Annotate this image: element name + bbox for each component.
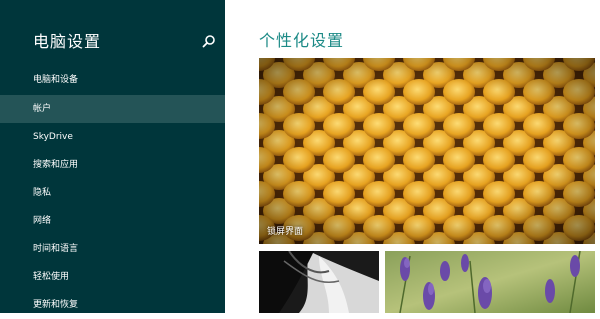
sidebar-item-ease-of-access[interactable]: 轻松使用 xyxy=(0,263,225,291)
sidebar-title: 电脑设置 xyxy=(33,32,102,51)
page-title: 个性化设置 xyxy=(259,31,345,50)
sidebar-item-pc-and-devices[interactable]: 电脑和设备 xyxy=(0,66,225,94)
sidebar-item-search-and-apps[interactable]: 搜索和应用 xyxy=(0,151,225,179)
lavender-image xyxy=(385,251,595,313)
portrait-image xyxy=(259,251,379,313)
sidebar-item-skydrive[interactable]: SkyDrive xyxy=(0,123,225,151)
sidebar-item-network[interactable]: 网络 xyxy=(0,207,225,235)
lavender-tile[interactable] xyxy=(385,251,595,313)
sidebar-item-privacy[interactable]: 隐私 xyxy=(0,179,225,207)
avatar-tile[interactable] xyxy=(259,251,379,313)
lock-screen-label: 锁屏界面 xyxy=(267,227,304,237)
sidebar-item-time-and-language[interactable]: 时间和语言 xyxy=(0,235,225,263)
sidebar-item-update-and-recovery[interactable]: 更新和恢复 xyxy=(0,291,225,319)
search-icon[interactable] xyxy=(202,34,216,48)
sidebar: 电脑设置 电脑和设备 帐户 SkyDrive 搜索和应用 隐私 网络 时间和语言… xyxy=(0,0,225,313)
lock-screen-tile[interactable]: 锁屏界面 xyxy=(259,58,595,244)
sidebar-item-accounts[interactable]: 帐户 xyxy=(0,95,225,123)
honeycomb-image xyxy=(259,58,595,244)
